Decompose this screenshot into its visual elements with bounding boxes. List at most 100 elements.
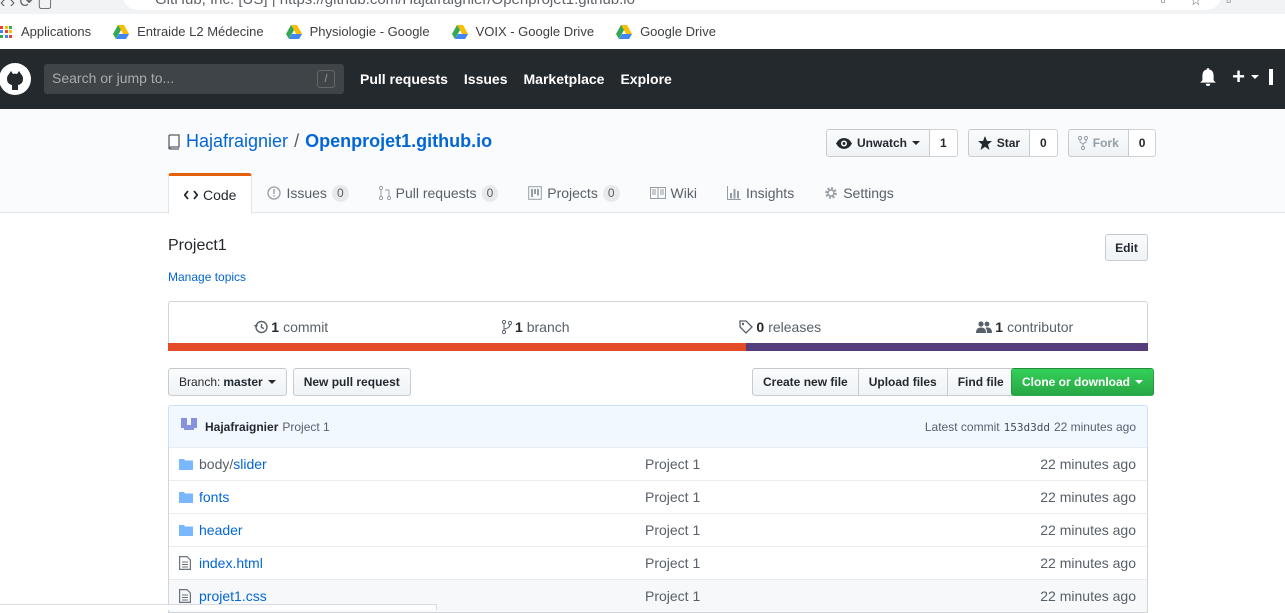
star-button[interactable]: Star (967, 129, 1031, 157)
star-icon (977, 136, 992, 150)
tab-settings[interactable]: Settings (809, 173, 909, 213)
file-icon (179, 556, 193, 570)
fork-label: Fork (1092, 136, 1119, 150)
tab-insights[interactable]: Insights (712, 173, 809, 213)
tab-projects[interactable]: Projects 0 (513, 173, 634, 213)
commits-count: 1 (271, 318, 280, 335)
nav-pull-requests[interactable]: Pull requests (360, 71, 448, 87)
new-pull-request-button[interactable]: New pull request (292, 368, 411, 396)
star-count[interactable]: 0 (1030, 129, 1058, 157)
repo-owner-link[interactable]: Hajafraignier (186, 131, 288, 152)
create-new-icon[interactable]: + (1232, 66, 1245, 88)
star-group: Star 0 (967, 129, 1058, 157)
tab-label: Pull requests (395, 185, 477, 201)
file-commit-message[interactable]: Project 1 (645, 456, 945, 472)
file-navigation: Branch: master New pull request (168, 368, 417, 396)
language-segment-css (746, 343, 1148, 351)
commit-author[interactable]: Hajafraignier (205, 420, 278, 434)
tab-label: Code (203, 187, 237, 203)
tab-pull-requests[interactable]: Pull requests 0 (364, 173, 514, 213)
language-segment-html (168, 343, 747, 351)
nav-issues[interactable]: Issues (464, 71, 508, 87)
repo-title: Hajafraignier / Openprojet1.github.io (168, 131, 492, 152)
user-avatar[interactable] (1269, 69, 1273, 85)
tab-label: Settings (843, 185, 894, 201)
file-commit-message[interactable]: Project 1 (645, 522, 945, 538)
file-row[interactable]: index.html Project 1 22 minutes ago (169, 546, 1147, 579)
clone-or-download-button[interactable]: Clone or download (1011, 368, 1154, 396)
bell-icon[interactable] (1200, 68, 1217, 86)
chevron-down-icon (267, 380, 276, 384)
bookmark-label: Google Drive (640, 24, 716, 39)
commit-sha[interactable]: 153d3dd (1004, 421, 1050, 434)
nav-explore[interactable]: Explore (620, 71, 671, 87)
download-bar-edge (0, 604, 437, 610)
bookmark-label: Applications (21, 24, 92, 39)
file-name[interactable]: fonts (199, 489, 645, 505)
watch-group: Unwatch 1 (826, 129, 958, 157)
bookmark-applications[interactable]: Applications (0, 24, 91, 39)
contributors-count: 1 (995, 318, 1004, 335)
repo-name-link[interactable]: Openprojet1.github.io (305, 131, 492, 152)
star-label: Star (996, 136, 1021, 150)
file-name[interactable]: header (199, 522, 645, 538)
author-avatar[interactable] (179, 416, 199, 437)
bookmark-google-drive[interactable]: Google Drive (616, 24, 716, 39)
manage-topics-link[interactable]: Manage topics (168, 270, 246, 284)
browser-nav-icons[interactable]: ‹ › ⟳ ▢ (0, 0, 53, 12)
upload-files-button[interactable]: Upload files (858, 368, 948, 396)
file-commit-message[interactable]: Project 1 (645, 489, 945, 505)
file-row[interactable]: body/slider Project 1 22 minutes ago (169, 447, 1147, 480)
releases-label: releases (768, 318, 822, 335)
clone-label: Clone or download (1022, 375, 1130, 389)
project-icon (528, 186, 543, 200)
github-logo-icon[interactable] (0, 63, 32, 95)
tab-code[interactable]: Code (168, 173, 253, 214)
global-nav: Pull requests Issues Marketplace Explore (360, 71, 688, 87)
folder-icon (179, 524, 193, 536)
google-drive-icon (451, 24, 468, 39)
branch-select-button[interactable]: Branch: master (168, 368, 287, 396)
search-input[interactable]: Search or jump to... / (44, 64, 344, 94)
fork-icon (1077, 136, 1088, 150)
code-icon (184, 190, 198, 200)
file-row[interactable]: header Project 1 22 minutes ago (169, 513, 1147, 546)
chevron-down-icon[interactable] (1251, 75, 1259, 79)
bookmark-entraide[interactable]: Entraide L2 Médecine (113, 24, 264, 39)
repo-tabs: Code Issues 0 Pull requests 0 Projects 0… (168, 173, 909, 214)
address-bar-text[interactable]: GitHub, Inc. [US] | https://github.com/H… (155, 0, 635, 8)
folder-icon (179, 491, 193, 503)
nav-marketplace[interactable]: Marketplace (524, 71, 605, 87)
projects-counter: 0 (602, 184, 620, 202)
latest-commit-bar: Hajafraignier Project 1 Latest commit 153… (168, 405, 1148, 448)
file-name[interactable]: index.html (199, 555, 645, 571)
releases-count: 0 (756, 318, 765, 335)
find-file-button[interactable]: Find file (947, 368, 1015, 396)
browser-right-icons[interactable]: ▫☆▫ (1161, 0, 1255, 9)
language-bar[interactable] (168, 343, 1148, 351)
edit-button[interactable]: Edit (1105, 234, 1148, 261)
file-age: 22 minutes ago (1040, 489, 1136, 505)
gear-icon (825, 187, 838, 199)
branch-select-label: Branch: (179, 375, 221, 389)
bookmark-voix[interactable]: VOIX - Google Drive (451, 24, 594, 39)
file-name[interactable]: body/slider (199, 456, 645, 472)
commit-message[interactable]: Project 1 (282, 420, 329, 434)
tab-wiki[interactable]: Wiki (635, 173, 712, 213)
issue-icon (267, 186, 282, 200)
unwatch-button[interactable]: Unwatch (826, 129, 931, 157)
file-row[interactable]: fonts Project 1 22 minutes ago (169, 480, 1147, 513)
file-commit-message[interactable]: Project 1 (645, 588, 945, 604)
file-commit-message[interactable]: Project 1 (645, 555, 945, 571)
fork-count[interactable]: 0 (1128, 129, 1157, 157)
fork-button[interactable]: Fork (1067, 129, 1129, 157)
file-name-text: index.html (199, 555, 263, 571)
bookmarks-bar: Applications Entraide L2 Médecine Physio… (0, 14, 1285, 49)
repo-actions: Unwatch 1 Star 0 Fork 0 (826, 129, 1166, 157)
file-name[interactable]: projet1.css (199, 588, 645, 604)
tab-issues[interactable]: Issues 0 (252, 173, 363, 213)
create-new-file-button[interactable]: Create new file (752, 368, 859, 396)
watch-count[interactable]: 1 (930, 129, 958, 157)
commits-label: commit (283, 318, 329, 335)
bookmark-physiologie[interactable]: Physiologie - Google (285, 24, 430, 39)
